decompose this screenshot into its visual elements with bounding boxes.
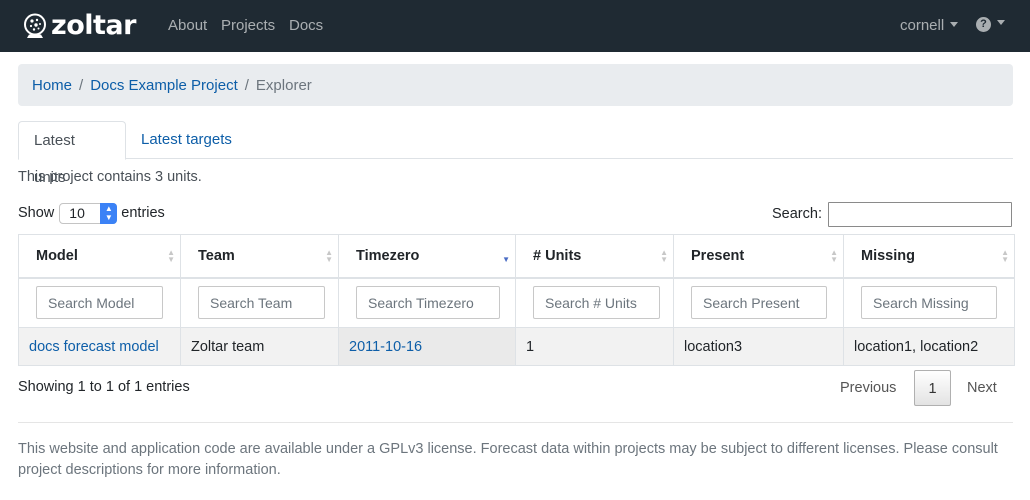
pagination-previous[interactable]: Previous xyxy=(840,370,896,406)
navbar: zoltar About Projects Docs cornell ? xyxy=(0,0,1030,52)
user-name: cornell xyxy=(900,17,945,34)
tab-bar: Latest units Latest targets xyxy=(18,121,1013,186)
filter-team-input[interactable] xyxy=(198,286,325,320)
filter-units-input[interactable] xyxy=(533,286,660,320)
sort-icon: ▲ ▼ xyxy=(167,248,175,264)
nav-docs-link[interactable]: Docs xyxy=(289,17,323,35)
question-circle-icon: ? xyxy=(976,17,991,32)
cell-timezero: 2011-10-16 xyxy=(338,327,516,366)
units-table: Model ▲ ▼ Team ▲ ▼ Timezero ▼ # Units ▲ ▼ Prese… xyxy=(18,234,1015,366)
cell-model: docs forecast model xyxy=(18,327,181,366)
user-menu-dropdown[interactable]: cornell xyxy=(900,17,959,35)
filter-cell xyxy=(673,277,844,328)
filter-cell xyxy=(843,277,1015,328)
sort-icon: ▲ ▼ xyxy=(1001,248,1009,264)
caret-down-icon xyxy=(950,21,959,27)
breadcrumb-project-link[interactable]: Docs Example Project xyxy=(90,77,238,94)
tab-latest-units[interactable]: Latest units xyxy=(18,121,126,186)
table-search-input[interactable] xyxy=(828,202,1012,227)
column-header-label: Present xyxy=(691,247,745,264)
filter-cell xyxy=(18,277,181,328)
column-header-label: Timezero xyxy=(356,247,420,264)
filter-model-input[interactable] xyxy=(36,286,163,320)
entries-select[interactable]: 10 ▲ ▼ xyxy=(59,202,118,224)
filter-row xyxy=(18,277,1015,328)
units-table-container: Model ▲ ▼ Team ▲ ▼ Timezero ▼ # Units ▲ ▼ Prese… xyxy=(18,234,1015,366)
column-header-team[interactable]: Team ▲ ▼ xyxy=(180,234,339,279)
footer-license-text: This website and application code are av… xyxy=(18,441,998,478)
column-header-timezero[interactable]: Timezero ▼ xyxy=(338,234,516,279)
crystal-ball-icon xyxy=(24,13,46,38)
units-summary: This project contains 3 units. xyxy=(18,169,202,185)
nav-projects-link[interactable]: Projects xyxy=(221,17,275,35)
column-header-label: # Units xyxy=(533,247,582,264)
footer-divider xyxy=(18,422,1013,423)
pagination-next[interactable]: Next xyxy=(967,370,997,406)
brand-logo[interactable]: zoltar xyxy=(22,9,136,43)
entries-label: entries xyxy=(121,205,165,221)
entries-select-value: 10 xyxy=(69,204,85,221)
column-header-model[interactable]: Model ▲ ▼ xyxy=(18,234,181,279)
model-link[interactable]: docs forecast model xyxy=(29,339,159,355)
column-header-label: Team xyxy=(198,247,235,264)
breadcrumb-home-link[interactable]: Home xyxy=(32,77,72,94)
column-header-missing[interactable]: Missing ▲ ▼ xyxy=(843,234,1015,279)
breadcrumb: Home / Docs Example Project / Explorer xyxy=(18,64,1013,106)
breadcrumb-separator: / xyxy=(79,76,84,94)
cell-present: location3 xyxy=(673,327,844,366)
brand-name: zoltar xyxy=(51,10,136,41)
breadcrumb-current: Explorer xyxy=(255,76,312,94)
cell-team: Zoltar team xyxy=(180,327,339,366)
caret-down-icon xyxy=(997,20,1005,25)
filter-missing-input[interactable] xyxy=(861,286,997,320)
breadcrumb-separator: / xyxy=(244,76,249,94)
table-info: Showing 1 to 1 of 1 entries xyxy=(18,379,190,395)
filter-timezero-input[interactable] xyxy=(356,286,500,320)
column-header-present[interactable]: Present ▲ ▼ xyxy=(673,234,844,279)
sort-icon: ▲ ▼ xyxy=(660,248,668,264)
sort-icon: ▲ ▼ xyxy=(830,248,838,264)
select-arrows-icon: ▲ ▼ xyxy=(100,202,118,224)
timezero-link[interactable]: 2011-10-16 xyxy=(349,339,422,355)
tab-latest-targets[interactable]: Latest targets xyxy=(126,121,247,159)
show-label: Show xyxy=(18,205,55,221)
table-row: docs forecast model Zoltar team 2011-10-… xyxy=(18,327,1015,366)
column-header-label: Missing xyxy=(861,247,915,264)
filter-present-input[interactable] xyxy=(691,286,827,320)
sort-icon: ▲ ▼ xyxy=(325,248,333,264)
pagination-page-1[interactable]: 1 xyxy=(914,370,951,406)
filter-cell xyxy=(338,277,516,328)
help-menu-dropdown[interactable]: ? xyxy=(976,17,1005,32)
sort-desc-icon: ▼ xyxy=(502,255,510,264)
cell-missing: location1, location2 xyxy=(843,327,1015,366)
search-label: Search: xyxy=(772,206,822,222)
nav-about-link[interactable]: About xyxy=(168,17,207,35)
column-header-units[interactable]: # Units ▲ ▼ xyxy=(515,234,674,279)
cell-units: 1 xyxy=(515,327,674,366)
filter-cell xyxy=(515,277,674,328)
column-header-label: Model xyxy=(36,247,78,264)
entries-length-control: Show 10 ▲ ▼ entries xyxy=(18,202,165,224)
table-header-row: Model ▲ ▼ Team ▲ ▼ Timezero ▼ # Units ▲ ▼ Prese… xyxy=(18,234,1015,279)
filter-cell xyxy=(180,277,339,328)
